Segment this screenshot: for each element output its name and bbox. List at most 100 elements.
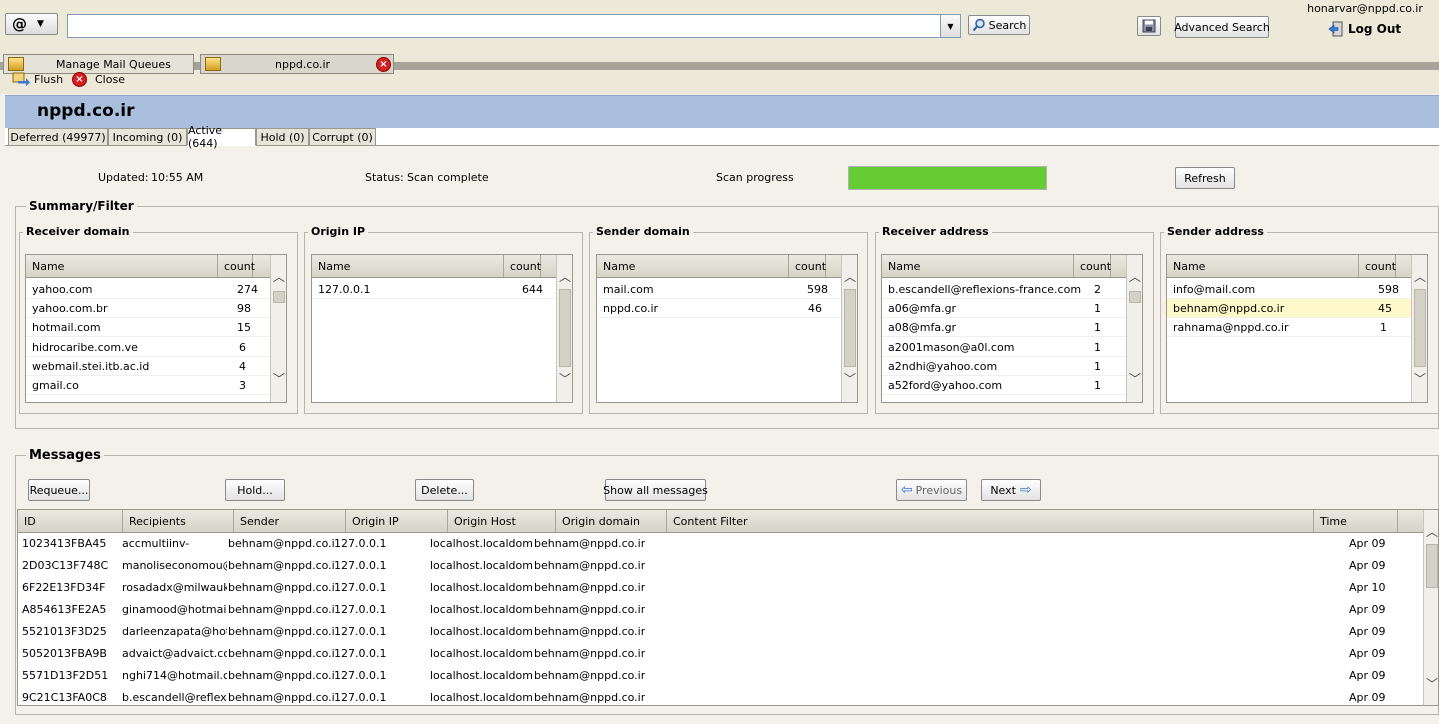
list-item[interactable]: a2ndhi@yahoo.com 1 — [882, 357, 1127, 376]
origin-domain-column-header[interactable]: Origin domain — [556, 510, 667, 533]
list-item[interactable]: a52ford@yahoo.com 1 — [882, 376, 1127, 395]
scroll-thumb[interactable] — [1414, 289, 1426, 367]
advanced-search-button[interactable]: Advanced Search — [1174, 16, 1270, 38]
scroll-thumb[interactable] — [844, 289, 856, 367]
list-item[interactable]: hotmail.com 15 — [26, 318, 271, 337]
count-column-header[interactable]: count — [1359, 255, 1396, 278]
count-column-header[interactable]: count — [789, 255, 826, 278]
list-item[interactable]: webmail.stei.itb.ac.id 4 — [26, 357, 271, 376]
tab-incoming[interactable]: Incoming (0) — [108, 128, 187, 146]
list-item[interactable]: a08@mfa.gr 1 — [882, 318, 1127, 337]
at-dropdown-button[interactable]: @ ▼ — [5, 13, 58, 35]
table-row[interactable]: 2D03C13F748C manoliseconomou@h behnam@np… — [18, 557, 1423, 579]
list-item[interactable]: a2001mason@a0l.com 1 — [882, 338, 1127, 357]
vertical-scrollbar[interactable]: ︿ ﹀ — [270, 255, 286, 402]
scroll-down-icon[interactable]: ﹀ — [557, 371, 572, 387]
current-user-label: honarvar@nppd.co.ir — [1307, 2, 1423, 15]
vertical-scrollbar[interactable]: ︿ ﹀ — [1423, 510, 1438, 705]
tab-manage-mail-queues-label: Manage Mail Queues — [56, 57, 171, 71]
table-row[interactable]: 5571D13F2D51 nghi714@hotmail.cor behnam@… — [18, 667, 1423, 689]
next-button[interactable]: Next ⇨ — [981, 479, 1041, 501]
recipients-column-header[interactable]: Recipients — [123, 510, 234, 533]
page-title: nppd.co.ir — [37, 101, 135, 121]
name-column-header[interactable]: Name — [26, 255, 218, 278]
save-search-button[interactable] — [1137, 16, 1161, 36]
tab-hold[interactable]: Hold (0) — [256, 128, 309, 146]
scroll-up-icon[interactable]: ︿ — [842, 269, 857, 285]
scroll-thumb[interactable] — [1129, 291, 1141, 303]
content-filter-column-header[interactable]: Content Filter — [667, 510, 1314, 533]
name-column-header[interactable]: Name — [312, 255, 504, 278]
vertical-scrollbar[interactable]: ︿ ﹀ — [841, 255, 857, 402]
table-row[interactable]: A854613FE2A5 ginamood@hotmail.u behnam@n… — [18, 601, 1423, 623]
tab-active[interactable]: Active (644) — [187, 124, 256, 150]
tab-deferred[interactable]: Deferred (49977) — [8, 128, 108, 146]
logout-button[interactable]: Log Out — [1328, 21, 1401, 37]
list-item[interactable]: yahoo.com.br 98 — [26, 299, 271, 318]
tab-corrupt[interactable]: Corrupt (0) — [309, 128, 376, 146]
table-header: Name count — [312, 255, 557, 278]
table-row[interactable]: 5521013F3D25 darleenzapata@hotm behnam@n… — [18, 623, 1423, 645]
updated-label: Updated: — [98, 171, 149, 184]
scroll-up-icon[interactable]: ︿ — [1412, 269, 1427, 285]
origin-ip-column-header[interactable]: Origin IP — [346, 510, 448, 533]
delete-button[interactable]: Delete... — [415, 479, 474, 501]
scroll-up-icon[interactable]: ︿ — [1127, 269, 1142, 285]
vertical-scrollbar[interactable]: ︿ ﹀ — [556, 255, 572, 402]
list-item[interactable]: yahoo.com 274 — [26, 280, 271, 299]
table-header: ID Recipients Sender Origin IP Origin Ho… — [18, 510, 1423, 533]
id-column-header[interactable]: ID — [18, 510, 123, 533]
vertical-scrollbar[interactable]: ︿ ﹀ — [1126, 255, 1142, 402]
scroll-up-icon[interactable]: ︿ — [271, 269, 286, 285]
count-column-header[interactable]: count — [504, 255, 541, 278]
name-column-header[interactable]: Name — [597, 255, 789, 278]
previous-button[interactable]: ⇦ Previous — [896, 479, 967, 501]
refresh-button[interactable]: Refresh — [1175, 167, 1235, 189]
tab-domain[interactable]: nppd.co.ir × — [200, 54, 394, 74]
list-item[interactable]: gmail.co 3 — [26, 376, 271, 395]
search-input[interactable] — [67, 14, 941, 38]
scroll-down-icon[interactable]: ﹀ — [842, 371, 857, 387]
search-history-dropdown[interactable]: ▼ — [941, 14, 961, 38]
name-column-header[interactable]: Name — [882, 255, 1074, 278]
scroll-up-icon[interactable]: ︿ — [1424, 524, 1438, 540]
list-item[interactable]: rahnama@nppd.co.ir 1 — [1167, 318, 1412, 337]
table-row[interactable]: 1023413FBA45 accmultiinv- behnam@nppd.co… — [18, 535, 1423, 557]
list-item[interactable]: b.escandell@reflexions-france.com 2 — [882, 280, 1127, 299]
list-item[interactable]: 127.0.0.1 644 — [312, 280, 557, 299]
table-row[interactable]: 5052013FBA9B advaict@advaict.com behnam@… — [18, 645, 1423, 667]
vertical-scrollbar[interactable]: ︿ ﹀ — [1411, 255, 1427, 402]
flush-button[interactable]: Flush — [12, 72, 63, 86]
scroll-thumb[interactable] — [273, 291, 285, 303]
time-column-header[interactable]: Time — [1314, 510, 1398, 533]
list-item[interactable]: mail.com 598 — [597, 280, 842, 299]
scroll-down-icon[interactable]: ﹀ — [271, 371, 286, 387]
name-column-header[interactable]: Name — [1167, 255, 1359, 278]
table-row[interactable]: 6F22E13FD34F rosadadx@milwaukee behnam@n… — [18, 579, 1423, 601]
list-item[interactable]: info@mail.com 598 — [1167, 280, 1412, 299]
search-button[interactable]: Search — [968, 15, 1030, 35]
sender-column-header[interactable]: Sender — [234, 510, 346, 533]
hold-button[interactable]: Hold... — [225, 479, 285, 501]
close-tab-icon[interactable]: × — [376, 57, 391, 72]
scroll-down-icon[interactable]: ﹀ — [1424, 676, 1438, 692]
scroll-down-icon[interactable]: ﹀ — [1412, 371, 1427, 387]
count-column-header[interactable]: count — [1074, 255, 1111, 278]
scroll-up-icon[interactable]: ︿ — [557, 269, 572, 285]
tab-manage-mail-queues[interactable]: Manage Mail Queues — [3, 54, 194, 74]
floppy-disk-icon — [1142, 19, 1156, 33]
close-button[interactable]: × Close — [72, 72, 125, 87]
list-item-selected[interactable]: behnam@nppd.co.ir 45 — [1167, 299, 1412, 318]
requeue-button[interactable]: Requeue... — [28, 479, 90, 501]
table-header: Name count — [882, 255, 1127, 278]
table-row[interactable]: 9C21C13FA0C8 b.escandell@reflexior behna… — [18, 689, 1423, 705]
scroll-down-icon[interactable]: ﹀ — [1127, 371, 1142, 387]
list-item[interactable]: a06@mfa.gr 1 — [882, 299, 1127, 318]
scroll-thumb[interactable] — [1426, 544, 1438, 588]
show-all-messages-button[interactable]: Show all messages — [603, 479, 708, 501]
scroll-thumb[interactable] — [559, 289, 571, 367]
origin-host-column-header[interactable]: Origin Host — [448, 510, 556, 533]
count-column-header[interactable]: count — [218, 255, 255, 278]
list-item[interactable]: nppd.co.ir 46 — [597, 299, 842, 318]
list-item[interactable]: hidrocaribe.com.ve 6 — [26, 338, 271, 357]
